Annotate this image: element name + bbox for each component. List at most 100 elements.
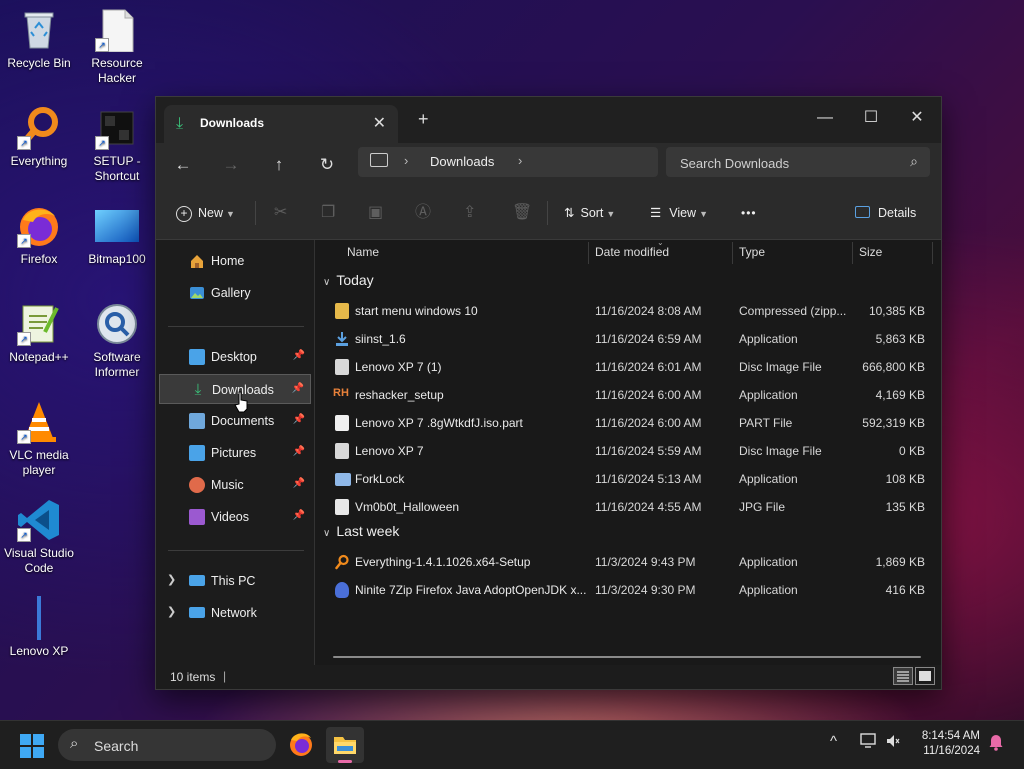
chevron-right-icon[interactable]: › xyxy=(404,153,408,168)
reshacker-icon: RH xyxy=(333,387,349,399)
desktop-icon-vscode[interactable]: ↗ Visual Studio Code xyxy=(1,490,77,576)
sidebar-item-pictures[interactable]: Pictures 📌 xyxy=(159,438,311,468)
sort-button[interactable]: ⇅ Sort ▼ xyxy=(564,200,615,226)
address-bar[interactable]: › Downloads › xyxy=(358,147,658,177)
pin-icon[interactable]: 📌 xyxy=(293,414,305,425)
file-row[interactable]: Lenovo XP 7 (1) 11/16/2024 6:01 AM Disc … xyxy=(315,353,941,381)
file-row[interactable]: ForkLock 11/16/2024 5:13 AM Application … xyxy=(315,465,941,493)
file-row[interactable]: Vm0b0t_Halloween 11/16/2024 4:55 AM JPG … xyxy=(315,493,941,521)
taskbar-app-file-explorer[interactable] xyxy=(326,727,364,763)
sidebar-item-music[interactable]: Music 📌 xyxy=(159,470,311,500)
taskbar-search-input[interactable] xyxy=(92,729,266,763)
file-row[interactable]: start menu windows 10 11/16/2024 8:08 AM… xyxy=(315,297,941,325)
system-clock[interactable]: 8:14:54 AM 11/16/2024 xyxy=(900,729,980,759)
share-icon[interactable]: ⇪ xyxy=(463,200,476,226)
back-button[interactable]: ← xyxy=(168,151,198,179)
delete-icon[interactable]: 🗑 xyxy=(512,200,532,226)
column-divider[interactable] xyxy=(852,242,853,264)
file-row[interactable]: siinst_1.6 11/16/2024 6:59 AM Applicatio… xyxy=(315,325,941,353)
refresh-button[interactable]: ↻ xyxy=(312,151,342,179)
file-row[interactable]: Ninite 7Zip Firefox Java AdoptOpenJDK x.… xyxy=(315,576,941,604)
file-name: Vm0b0t_Halloween xyxy=(355,500,460,514)
notification-bell-icon[interactable] xyxy=(988,733,1004,755)
volume-muted-icon[interactable] xyxy=(886,733,900,753)
shortcut-arrow-icon: ↗ xyxy=(95,136,109,150)
close-window-button[interactable]: ✕ xyxy=(894,103,940,133)
chevron-down-icon: ∨ xyxy=(323,277,331,288)
forward-button[interactable]: → xyxy=(216,151,246,179)
paste-icon[interactable]: ▣ xyxy=(368,200,383,226)
column-divider[interactable] xyxy=(588,242,589,264)
desktop-icon-software-informer[interactable]: Software Informer xyxy=(79,294,155,380)
desktop-icon-setup-shortcut[interactable]: ↗ SETUP - Shortcut xyxy=(79,98,155,184)
cut-icon[interactable]: ✂ xyxy=(274,200,287,226)
pin-icon[interactable]: 📌 xyxy=(292,383,304,394)
column-header-type[interactable]: Type xyxy=(739,240,765,266)
up-button[interactable]: ↑ xyxy=(264,151,294,179)
desktop-icon-bitmap100[interactable]: Bitmap100 xyxy=(79,196,155,267)
chevron-down-icon: ▼ xyxy=(606,209,616,219)
group-header-today[interactable]: ∨ Today xyxy=(323,272,374,294)
maximize-button[interactable]: ☐ xyxy=(848,103,894,133)
copy-icon[interactable]: ❐ xyxy=(321,200,335,226)
search-box[interactable]: ⌕ xyxy=(666,147,930,179)
column-header-name[interactable]: Name xyxy=(347,240,379,266)
details-view-button[interactable] xyxy=(893,667,913,685)
desktop-icon-everything[interactable]: ↗ Everything xyxy=(1,98,77,169)
desktop-icon-lenovo-xp[interactable]: Lenovo XP xyxy=(1,588,77,659)
desktop-icon-label: VLC media player xyxy=(9,448,69,477)
tiles-view-button[interactable] xyxy=(915,667,935,685)
chevron-right-icon[interactable]: ❯ xyxy=(167,573,176,586)
sidebar-item-videos[interactable]: Videos 📌 xyxy=(159,502,311,532)
file-name: Everything-1.4.1.1026.x64-Setup xyxy=(355,555,531,569)
tab-downloads[interactable]: ⤓ Downloads ✕ xyxy=(164,105,398,143)
taskbar-app-firefox[interactable] xyxy=(282,727,320,763)
pin-icon[interactable]: 📌 xyxy=(293,446,305,457)
sidebar-divider xyxy=(168,550,304,551)
group-header-last-week[interactable]: ∨ Last week xyxy=(323,523,399,545)
file-row[interactable]: RH reshacker_setup 11/16/2024 6:00 AM Ap… xyxy=(315,381,941,409)
pin-icon[interactable]: 📌 xyxy=(293,350,305,361)
mouse-cursor-icon xyxy=(234,391,248,413)
new-button[interactable]: + New ▼ xyxy=(176,200,235,226)
view-button[interactable]: ☰ View ▼ xyxy=(650,200,708,226)
desktop-icon-firefox[interactable]: ↗ Firefox xyxy=(1,196,77,267)
sidebar-item-network[interactable]: ❯ Network xyxy=(159,598,311,628)
file-row[interactable]: Lenovo XP 7 11/16/2024 5:59 AM Disc Imag… xyxy=(315,437,941,465)
desktop-icon-notepadpp[interactable]: ↗ Notepad++ xyxy=(1,294,77,365)
column-divider[interactable] xyxy=(932,242,933,264)
sidebar-item-gallery[interactable]: Gallery xyxy=(159,278,311,308)
file-row[interactable]: Lenovo XP 7 .8gWtkdfJ.iso.part 11/16/202… xyxy=(315,409,941,437)
image-file-icon xyxy=(335,499,349,515)
close-tab-icon[interactable]: ✕ xyxy=(373,113,386,133)
search-input[interactable] xyxy=(666,147,902,179)
sidebar-item-this-pc[interactable]: ❯ This PC xyxy=(159,566,311,596)
desktop-icon-resource-hacker[interactable]: ↗ Resource Hacker xyxy=(79,0,155,86)
chevron-right-icon[interactable]: › xyxy=(518,153,522,168)
desktop-icon-vlc[interactable]: ↗ VLC media player xyxy=(1,392,77,478)
desktop-icon-recycle-bin[interactable]: Recycle Bin xyxy=(1,0,77,71)
tray-overflow-chevron[interactable]: ^ xyxy=(830,733,837,750)
breadcrumb-downloads[interactable]: Downloads xyxy=(430,154,494,169)
shortcut-arrow-icon: ↗ xyxy=(17,528,31,542)
minimize-button[interactable]: — xyxy=(802,103,848,133)
pin-icon[interactable]: 📌 xyxy=(293,478,305,489)
sidebar-item-home[interactable]: Home xyxy=(159,246,311,276)
column-header-size[interactable]: Size xyxy=(859,240,882,266)
file-row[interactable]: Everything-1.4.1.1026.x64-Setup 11/3/202… xyxy=(315,548,941,576)
network-status-icon[interactable] xyxy=(860,733,878,753)
taskbar-search[interactable]: ⌕ xyxy=(58,729,276,763)
horizontal-scrollbar[interactable] xyxy=(333,656,921,658)
sidebar-item-desktop[interactable]: Desktop 📌 xyxy=(159,342,311,372)
more-options-button[interactable]: ••• xyxy=(741,200,757,226)
new-tab-button[interactable]: + xyxy=(418,109,429,130)
start-button[interactable] xyxy=(20,734,44,758)
pin-icon[interactable]: 📌 xyxy=(293,510,305,521)
desktop-icon-label: Software Informer xyxy=(93,350,141,379)
rename-icon[interactable]: Ⓐ xyxy=(415,200,431,226)
app-window-icon xyxy=(335,473,351,486)
chevron-right-icon[interactable]: ❯ xyxy=(167,605,176,618)
zip-folder-icon xyxy=(335,303,349,319)
details-button[interactable]: Details xyxy=(855,200,916,226)
column-divider[interactable] xyxy=(732,242,733,264)
